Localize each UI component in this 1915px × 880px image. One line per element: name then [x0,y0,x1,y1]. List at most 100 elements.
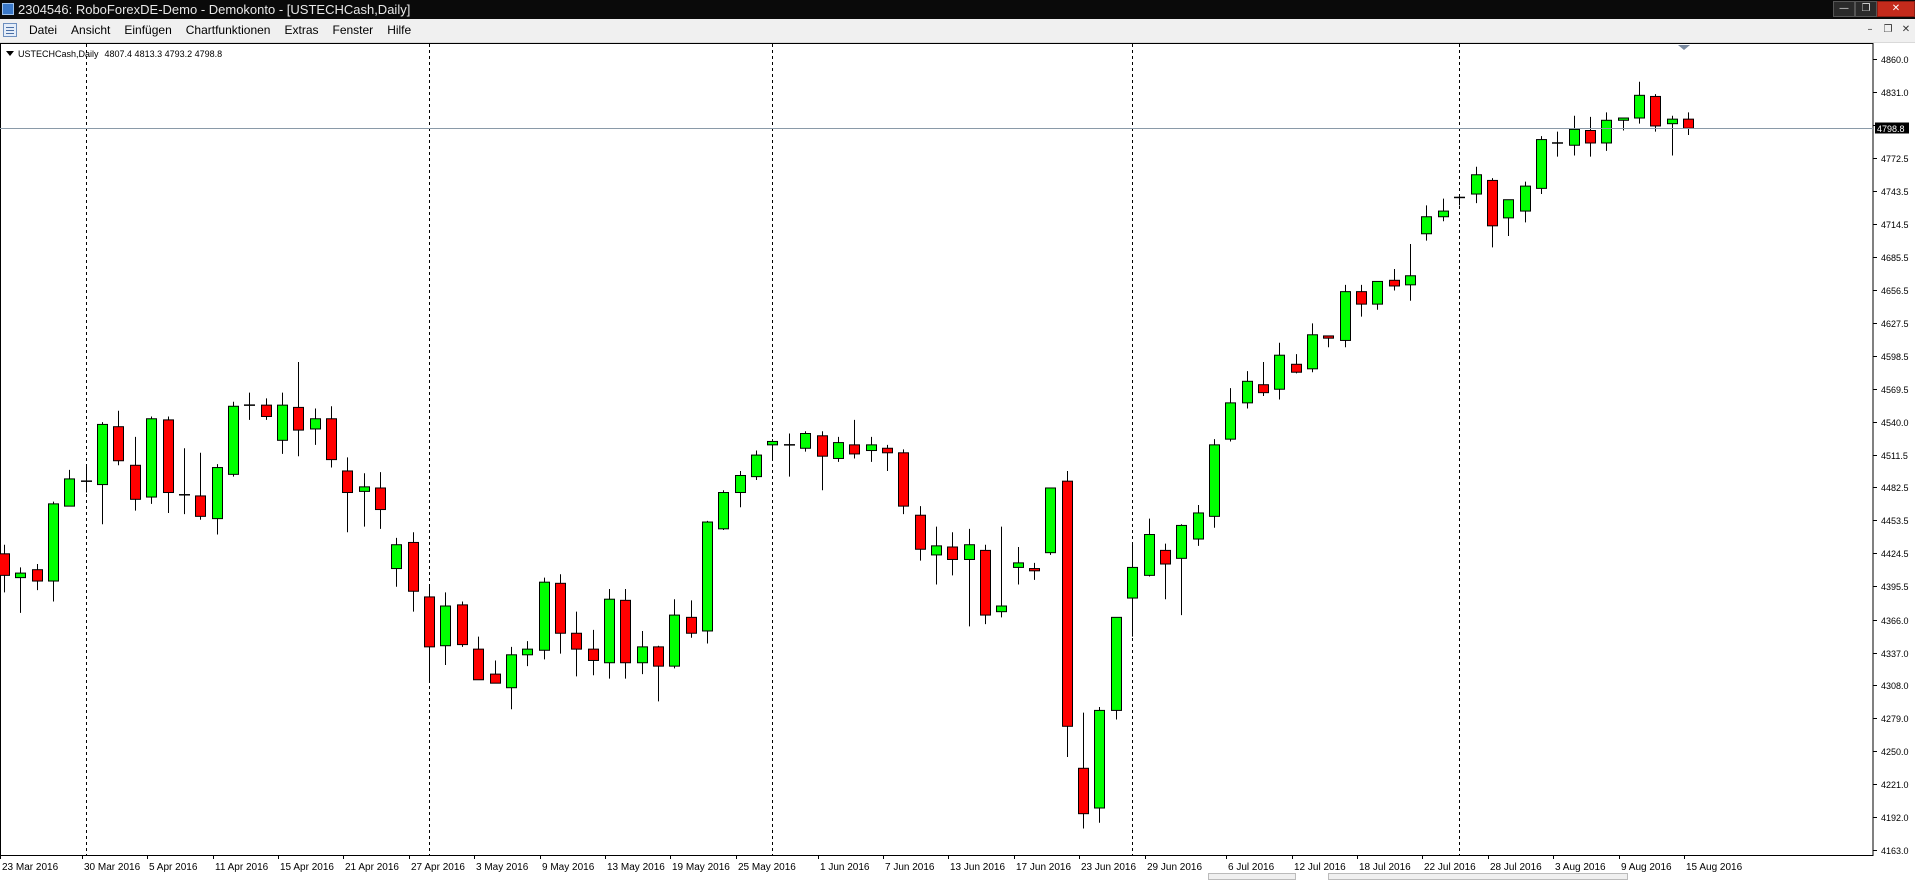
candle-body-33 [539,581,550,651]
y-tick-label-22: 4221.0 [1881,780,1909,790]
candle-body-37 [604,598,615,664]
x-tick-label-18: 6 Jul 2016 [1228,862,1275,873]
candlestick-chart[interactable]: 4860.04831.04801.54772.54743.54714.54685… [0,43,1915,880]
candle-body-58 [947,546,958,560]
candle-body-49 [800,433,811,449]
mdi-restore-button[interactable]: ❐ [1879,22,1897,38]
candle-body-38 [620,599,631,664]
candle-body-87 [1421,216,1432,235]
candle-body-65 [1062,480,1073,727]
menu-chartfunktionen[interactable]: Chartfunktionen [179,19,278,42]
chart-tab-strip[interactable] [1328,873,1628,880]
candle-body-9 [146,418,157,498]
y-tick-label-16: 4395.5 [1881,582,1909,592]
candle-body-4 [64,478,75,507]
symbol-info: USTECHCash,Daily 4807.4 4813.3 4793.2 479… [6,49,222,59]
candle-body-91 [1487,179,1498,227]
menu-hilfe[interactable]: Hilfe [380,19,418,42]
x-tick-label-20: 18 Jul 2016 [1359,862,1411,873]
candle-body-29 [473,648,484,681]
candle-body-94 [1536,139,1547,189]
candle-body-16 [261,404,272,417]
candle-body-82 [1340,291,1351,341]
y-tick-label-10: 4569.5 [1881,385,1909,395]
candle-body-45 [735,474,746,494]
menu-ansicht[interactable]: Ansicht [64,19,117,42]
y-tick-label-11: 4540.0 [1881,418,1909,428]
minimize-button[interactable]: — [1833,1,1855,17]
y-tick-label-20: 4279.0 [1881,714,1909,724]
y-tick-label-6: 4685.5 [1881,253,1909,263]
chart-document-icon[interactable] [3,23,17,37]
window-controls: — ❐ ✕ [1833,0,1915,18]
x-tick-label-0: 23 Mar 2016 [2,862,59,873]
candle-body-7 [113,426,124,462]
x-tick-label-11: 25 May 2016 [738,862,796,873]
candle-body-23 [375,487,386,511]
candle-body-8 [130,464,141,500]
candle-body-73 [1193,512,1204,540]
candle-body-64 [1045,487,1056,554]
menu-fenster[interactable]: Fenster [326,19,381,42]
x-tick-label-17: 29 Jun 2016 [1147,862,1202,873]
y-tick-label-4: 4743.5 [1881,187,1909,197]
y-tick-label-1: 4831.0 [1881,88,1909,98]
candle-body-44 [718,492,729,530]
x-tick-label-25: 15 Aug 2016 [1686,862,1743,873]
x-tick-label-8: 9 May 2016 [542,862,595,873]
restore-button[interactable]: ❐ [1855,1,1877,17]
mdi-minimize-button[interactable]: – [1861,22,1879,38]
y-tick-label-17: 4366.0 [1881,616,1909,626]
candle-body-100 [1634,94,1645,119]
y-tick-label-13: 4482.5 [1881,483,1909,493]
candle-body-46 [751,454,762,478]
candle-body-92 [1503,199,1514,219]
candle-body-84 [1372,280,1383,305]
menu-einfuegen[interactable]: Einfügen [117,19,178,42]
candle-body-24 [391,544,402,570]
menu-datei[interactable]: Datei [22,19,64,42]
current-price-label: 4798.8 [1877,124,1905,134]
candle-body-75 [1225,402,1236,440]
x-tick-label-13: 7 Jun 2016 [885,862,935,873]
candle-body-47 [767,440,778,446]
candle-body-60 [980,549,991,616]
x-tick-label-19: 12 Jul 2016 [1294,862,1346,873]
x-tick-label-6: 27 Apr 2016 [411,862,465,873]
candle-body-43 [702,521,713,632]
candle-body-103 [1683,118,1694,129]
candle-body-101 [1650,95,1661,127]
candle-body-66 [1078,767,1089,815]
candle-body-68 [1111,616,1122,711]
candle-body-57 [931,545,942,556]
y-tick-label-19: 4308.0 [1881,681,1909,691]
candle-body-96 [1569,128,1580,146]
candle-body-31 [506,654,517,689]
chart-tab[interactable] [1208,873,1296,880]
candle-body-42 [686,616,697,634]
candle-body-56 [915,514,926,550]
candle-body-53 [866,444,877,452]
close-button[interactable]: ✕ [1877,1,1915,17]
y-tick-label-21: 4250.0 [1881,747,1909,757]
x-tick-label-12: 1 Jun 2016 [820,862,870,873]
candle-body-98 [1601,119,1612,144]
chart-window[interactable]: 4860.04831.04801.54772.54743.54714.54685… [0,43,1915,880]
candle-body-20 [326,418,337,461]
candle-body-19 [310,418,321,430]
candle-body-63 [1029,568,1040,572]
candle-body-99 [1618,117,1629,121]
x-tick-label-16: 23 Jun 2016 [1081,862,1136,873]
x-tick-label-3: 11 Apr 2016 [215,862,269,873]
mdi-close-button[interactable]: ✕ [1897,22,1915,38]
plot-frame [0,43,1874,856]
collapse-triangle-icon[interactable] [6,51,14,56]
candle-body-61 [996,605,1007,613]
candle-body-39 [637,646,648,664]
app-icon [2,3,14,15]
x-tick-label-2: 5 Apr 2016 [149,862,198,873]
candle-body-67 [1094,709,1105,809]
menu-extras[interactable]: Extras [277,19,325,42]
candle-body-34 [555,582,566,634]
x-tick-label-24: 9 Aug 2016 [1621,862,1672,873]
